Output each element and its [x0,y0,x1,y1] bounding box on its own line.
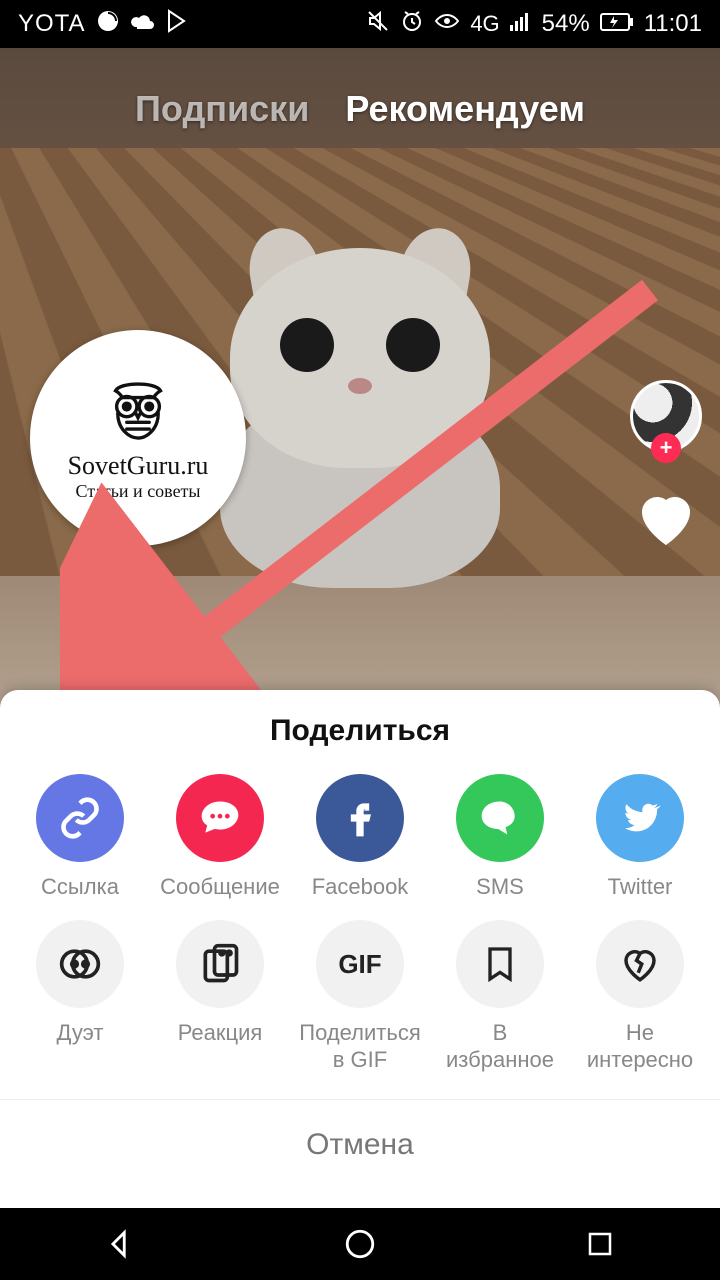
nav-back[interactable] [98,1222,142,1266]
facebook-icon [316,774,404,862]
cat-illustration [180,168,540,588]
cloud-icon [130,9,156,40]
share-twitter-label: Twitter [608,874,673,900]
alarm-icon [400,9,424,40]
cancel-button[interactable]: Отмена [0,1100,720,1208]
twitter-icon [596,774,684,862]
watermark-subtitle: Статьи и советы [75,481,200,502]
share-facebook-label: Facebook [312,874,409,900]
sms-icon [456,774,544,862]
share-title: Поделиться [0,690,720,768]
action-not-interested[interactable]: Не интересно [575,920,705,1073]
carrier-label: YOTA [18,10,86,38]
action-favorite[interactable]: В избранное [435,920,565,1073]
broken-heart-icon [596,920,684,1008]
tab-following[interactable]: Подписки [135,88,309,130]
signal-icon [510,10,532,38]
owl-icon [102,375,174,447]
action-duet-label: Дуэт [57,1020,104,1046]
battery-icon [600,10,634,38]
status-left: YOTA [18,9,188,40]
tab-recommended[interactable]: Рекомендуем [345,88,585,130]
watermark-badge: SovetGuru.ru Статьи и советы [30,330,246,546]
link-icon [36,774,124,862]
share-link-label: Ссылка [41,874,119,900]
share-row-actions: Дуэт Реакция GIF Поделиться в GIF В избр… [0,914,720,1087]
clock-label: 11:01 [644,10,702,38]
mute-icon [366,9,390,40]
duet-icon [36,920,124,1008]
bookmark-icon [456,920,544,1008]
feed-tabs: Подписки Рекомендуем [0,88,720,130]
author-avatar[interactable]: + [630,380,702,452]
reaction-icon [176,920,264,1008]
side-actions: + [630,380,702,554]
action-reaction-label: Реакция [178,1020,263,1046]
action-reaction[interactable]: Реакция [155,920,285,1073]
firefox-icon [96,9,120,40]
action-duet[interactable]: Дуэт [15,920,145,1073]
nav-home[interactable] [338,1222,382,1266]
gif-icon: GIF [316,920,404,1008]
action-favorite-label: В избранное [446,1020,554,1073]
status-bar: YOTA 4G 54% 11:01 [0,0,720,48]
action-share-gif[interactable]: GIF Поделиться в GIF [295,920,425,1073]
share-sheet: Поделиться Ссылка Сообщение Facebook SMS [0,690,720,1208]
play-store-icon [166,9,188,40]
share-twitter[interactable]: Twitter [575,774,705,900]
action-share-gif-label: Поделиться в GIF [299,1020,420,1073]
share-link[interactable]: Ссылка [15,774,145,900]
share-sms[interactable]: SMS [435,774,565,900]
watermark-title: SovetGuru.ru [68,451,209,481]
share-sms-label: SMS [476,874,524,900]
nav-recent[interactable] [578,1222,622,1266]
battery-percent-label: 54% [542,10,590,38]
android-navbar [0,1208,720,1280]
like-button[interactable] [630,482,702,554]
action-not-interested-label: Не интересно [587,1020,693,1073]
network-type-label: 4G [470,11,499,37]
share-row-social: Ссылка Сообщение Facebook SMS Twitter [0,768,720,914]
status-right: 4G 54% 11:01 [366,9,702,40]
share-message[interactable]: Сообщение [155,774,285,900]
share-message-label: Сообщение [160,874,280,900]
follow-plus-icon[interactable]: + [651,433,681,463]
eye-comfort-icon [434,9,460,40]
share-facebook[interactable]: Facebook [295,774,425,900]
message-icon [176,774,264,862]
